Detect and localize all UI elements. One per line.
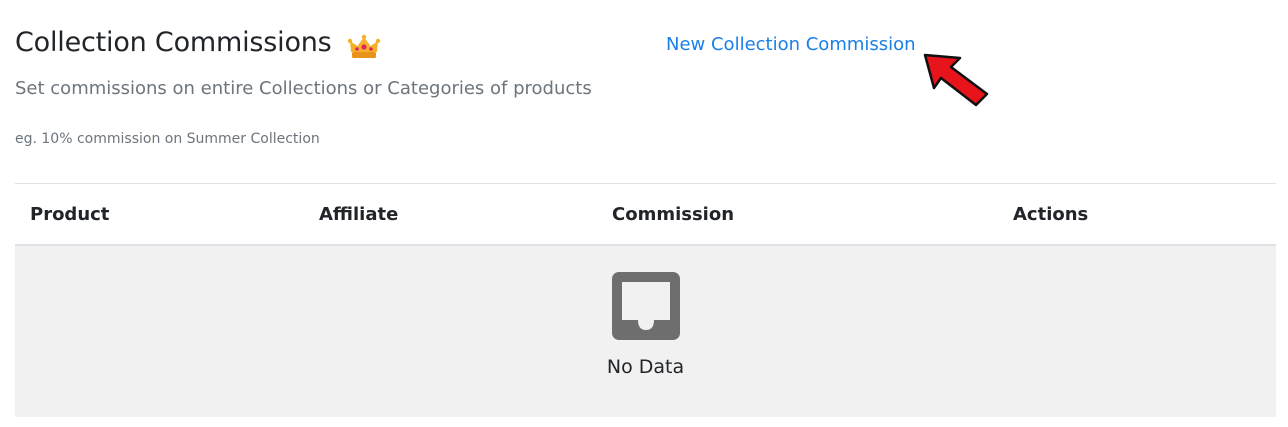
column-header-actions: Actions [1013, 204, 1089, 225]
column-header-affiliate: Affiliate [319, 204, 399, 225]
commissions-table: Product Affiliate Commission Actions No … [15, 183, 1276, 417]
red-arrow-icon [923, 53, 989, 107]
empty-state-text: No Data [606, 356, 685, 378]
page: Collection Commissions New Collection Co… [0, 0, 1288, 427]
table-empty-state: No Data [15, 246, 1276, 417]
page-subtitle: Set commissions on entire Collections or… [15, 78, 592, 99]
table-header: Product Affiliate Commission Actions [15, 184, 1276, 246]
new-collection-commission-link[interactable]: New Collection Commission [666, 34, 916, 55]
example-text: eg. 10% commission on Summer Collection [15, 131, 320, 147]
page-title: Collection Commissions [15, 27, 332, 58]
column-header-commission: Commission [612, 204, 735, 225]
inbox-icon [612, 272, 680, 340]
column-header-product: Product [30, 204, 110, 225]
crown-icon [347, 34, 381, 58]
